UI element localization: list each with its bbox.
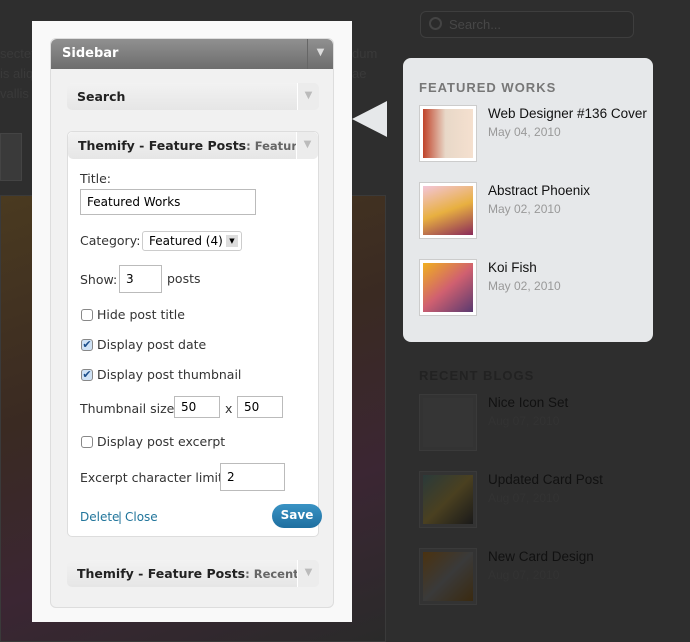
widget-title: Search [77, 89, 126, 104]
chevron-down-icon[interactable]: ▼ [307, 39, 333, 69]
callout-pointer [352, 101, 387, 137]
thumbnail [419, 182, 477, 239]
bg-line: ae [352, 66, 367, 81]
featured-works-preview: FEATURED WORKS Web Designer #136 Cover Ma… [403, 58, 653, 342]
posts-label: posts [167, 271, 201, 286]
display-post-date-checkbox[interactable]: ✔ [81, 339, 93, 351]
widget-search[interactable]: Search ▼ [67, 83, 319, 110]
show-count-input[interactable] [119, 265, 162, 293]
sidebar-widget-area: Sidebar ▼ Search ▼ Themify - Feature Posts… [50, 38, 334, 608]
display-post-thumbnail-checkbox[interactable]: ✔ [81, 369, 93, 381]
item-date: Aug 07, 2010 [488, 491, 560, 505]
recent-heading: RECENT BLOGS [419, 368, 535, 383]
separator: | [118, 510, 123, 524]
search-icon [429, 17, 442, 30]
widget-recent-blogs[interactable]: Themify - Feature Posts: Recent Blo ▼ [67, 560, 319, 587]
chevron-down-icon[interactable]: ▼ [297, 560, 319, 587]
item-title[interactable]: Abstract Phoenix [488, 182, 648, 200]
chevron-down-icon: ▼ [226, 235, 238, 247]
times-label: x [225, 401, 233, 416]
thumbnail [419, 105, 477, 162]
item-date: May 04, 2010 [488, 125, 561, 139]
item-date: May 02, 2010 [488, 202, 561, 216]
item-date: May 02, 2010 [488, 279, 561, 293]
thumbnail [419, 548, 477, 605]
item-title[interactable]: Koi Fish [488, 259, 648, 277]
item-date: Aug 07, 2010 [488, 568, 560, 582]
show-label: Show: [80, 272, 118, 287]
title-label: Title: [80, 171, 111, 186]
category-value: Featured (4) [149, 234, 223, 248]
sidebar-header[interactable]: Sidebar ▼ [51, 39, 333, 69]
background-thumbnail [0, 133, 22, 181]
bg-line: is aliq [0, 66, 34, 81]
search-placeholder: Search... [449, 17, 502, 32]
thumbnail [419, 259, 477, 316]
bg-line: sectet [0, 46, 35, 61]
checkbox-label: Hide post title [97, 307, 185, 322]
item-title[interactable]: Web Designer #136 Cover [488, 105, 648, 123]
save-button[interactable]: Save [272, 504, 322, 528]
widget-title: Themify - Feature Posts [77, 566, 246, 581]
excerpt-limit-label: Excerpt character limit: [80, 470, 228, 485]
widget-title: Themify - Feature Posts [78, 138, 247, 153]
featured-heading: FEATURED WORKS [419, 80, 557, 95]
widget-featured-posts: Themify - Feature Posts: Featured W▼ Tit… [67, 131, 322, 537]
chevron-down-icon[interactable]: ▼ [297, 83, 319, 110]
item-title[interactable]: Nice Icon Set [488, 394, 648, 412]
item-title[interactable]: Updated Card Post [488, 471, 648, 489]
excerpt-limit-input[interactable] [220, 463, 285, 491]
checkbox-label: Display post thumbnail [97, 367, 242, 382]
thumbnail-size-label: Thumbnail size [80, 401, 175, 416]
close-link[interactable]: Close [125, 510, 158, 524]
item-title[interactable]: New Card Design [488, 548, 648, 566]
checkbox-label: Display post date [97, 337, 207, 352]
chevron-down-icon[interactable]: ▼ [296, 132, 318, 159]
title-input[interactable] [80, 189, 256, 215]
recent-blogs: RECENT BLOGS Nice Icon Set Aug 07, 2010 U… [403, 366, 653, 636]
category-select[interactable]: Featured (4) ▼ [142, 231, 242, 251]
widget-admin-panel: Sidebar ▼ Search ▼ Themify - Feature Posts… [32, 21, 352, 622]
thumbnail [419, 471, 477, 528]
category-label: Category: [80, 233, 141, 248]
thumbnail-height-input[interactable] [237, 396, 283, 418]
delete-link[interactable]: Delete [80, 510, 119, 524]
sidebar-title: Sidebar [62, 46, 119, 61]
hide-post-title-checkbox[interactable] [81, 309, 93, 321]
bg-line: dum [352, 46, 378, 61]
search-input[interactable]: Search... [420, 11, 634, 38]
thumbnail [419, 394, 477, 451]
checkbox-label: Display post excerpt [97, 434, 226, 449]
display-post-excerpt-checkbox[interactable] [81, 436, 93, 448]
item-date: Aug 07, 2010 [488, 414, 560, 428]
thumbnail-width-input[interactable] [174, 396, 220, 418]
